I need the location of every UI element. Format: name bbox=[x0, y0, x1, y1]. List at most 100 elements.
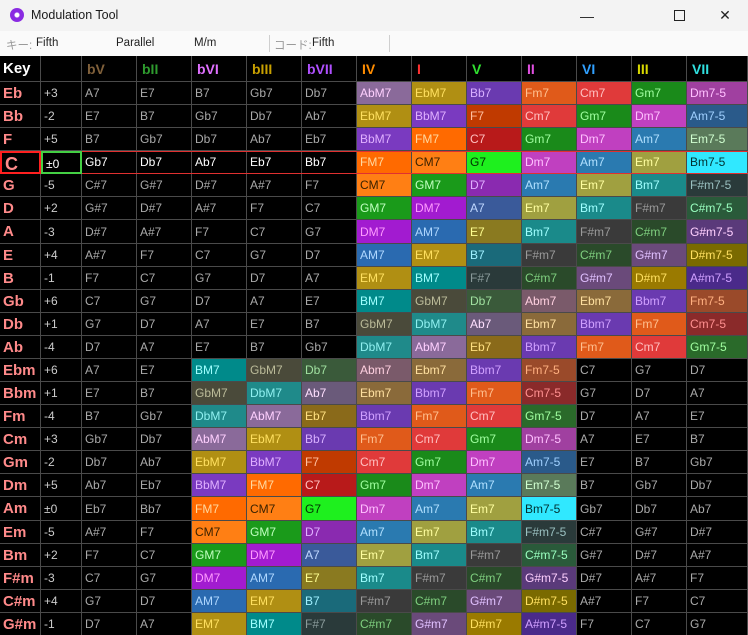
chord-cell[interactable]: B7 bbox=[577, 474, 632, 497]
chord-cell[interactable]: G#m7 bbox=[577, 267, 632, 290]
chord-cell[interactable]: AM7 bbox=[412, 220, 467, 244]
chord-cell[interactable]: Bb7 bbox=[302, 151, 357, 174]
chord-cell[interactable]: A#m7-5 bbox=[522, 613, 577, 635]
chord-cell[interactable]: E7 bbox=[632, 428, 687, 451]
chord-cell[interactable]: Bm7-5 bbox=[522, 497, 577, 521]
chord-cell[interactable]: Db7 bbox=[302, 82, 357, 105]
chord-cell[interactable]: Ab7 bbox=[137, 451, 192, 474]
chord-cell[interactable]: D7 bbox=[577, 405, 632, 428]
chord-cell[interactable]: C#m7 bbox=[357, 613, 412, 635]
chord-cell[interactable]: BM7 bbox=[412, 267, 467, 290]
chord-cell[interactable]: G#7 bbox=[82, 197, 137, 220]
chord-cell[interactable]: Bbm7 bbox=[632, 290, 687, 313]
chord-cell[interactable]: D#7 bbox=[577, 567, 632, 590]
chord-cell[interactable]: Em7 bbox=[467, 497, 522, 521]
chord-cell[interactable]: Db7 bbox=[137, 151, 192, 174]
chord-cell[interactable]: D#7 bbox=[687, 521, 748, 544]
chord-cell[interactable]: G7 bbox=[302, 497, 357, 521]
chord-cell[interactable]: Em7 bbox=[632, 151, 687, 174]
chord-cell[interactable]: Dm7-5 bbox=[687, 82, 748, 105]
mode-toggle[interactable]: M/m bbox=[194, 37, 216, 49]
key-cell[interactable]: F bbox=[0, 128, 41, 151]
chord-cell[interactable]: GM7 bbox=[412, 174, 467, 197]
chord-cell[interactable]: BbM7 bbox=[357, 128, 412, 151]
chord-cell[interactable]: Ab7 bbox=[467, 313, 522, 336]
chord-cell[interactable]: EM7 bbox=[247, 590, 302, 613]
chord-cell[interactable]: A#m7-5 bbox=[687, 267, 748, 290]
chord-cell[interactable]: C7 bbox=[302, 197, 357, 220]
chord-cell[interactable]: F7 bbox=[302, 451, 357, 474]
chord-cell[interactable]: A7 bbox=[302, 267, 357, 290]
chord-cell[interactable]: DbM7 bbox=[192, 405, 247, 428]
chord-cell[interactable]: Am7 bbox=[577, 151, 632, 174]
chord-cell[interactable]: D7 bbox=[137, 313, 192, 336]
key-cell[interactable]: Am bbox=[0, 497, 41, 521]
chord-cell[interactable]: D7 bbox=[632, 382, 687, 405]
chord-cell[interactable]: Eb7 bbox=[247, 151, 302, 174]
chord-cell[interactable]: D7 bbox=[137, 590, 192, 613]
chord-cell[interactable]: Em7 bbox=[412, 521, 467, 544]
chord-cell[interactable]: Am7 bbox=[467, 474, 522, 497]
chord-cell[interactable]: E7 bbox=[82, 105, 137, 128]
chord-cell[interactable]: E7 bbox=[137, 82, 192, 105]
key-cell[interactable]: Gm bbox=[0, 451, 41, 474]
chord-cell[interactable]: G#m7 bbox=[412, 613, 467, 635]
chord-cell[interactable]: G#7 bbox=[137, 174, 192, 197]
chord-cell[interactable]: C7 bbox=[137, 267, 192, 290]
chord-cell[interactable]: Bbm7 bbox=[412, 382, 467, 405]
chord-cell[interactable]: Em7 bbox=[357, 544, 412, 567]
chord-cell[interactable]: A7 bbox=[577, 428, 632, 451]
chord-cell[interactable]: E7 bbox=[137, 359, 192, 382]
chord-cell[interactable]: A#7 bbox=[192, 197, 247, 220]
chord-cell[interactable]: F7 bbox=[302, 174, 357, 197]
chord-cell[interactable]: C7 bbox=[467, 128, 522, 151]
chord-cell[interactable]: Fm7 bbox=[522, 82, 577, 105]
chord-cell[interactable]: Am7 bbox=[522, 174, 577, 197]
chord-cell[interactable]: Gm7 bbox=[357, 474, 412, 497]
chord-cell[interactable]: B7 bbox=[247, 336, 302, 359]
chord-cell[interactable]: Am7 bbox=[412, 497, 467, 521]
chord-cell[interactable]: Am7 bbox=[357, 521, 412, 544]
chord-cell[interactable]: GbM7 bbox=[412, 290, 467, 313]
chord-cell[interactable]: E7 bbox=[82, 382, 137, 405]
chord-cell[interactable]: GbM7 bbox=[247, 359, 302, 382]
chord-cell[interactable]: A7 bbox=[687, 382, 748, 405]
chord-cell[interactable]: B7 bbox=[302, 590, 357, 613]
chord-cell[interactable]: Bbm7 bbox=[357, 405, 412, 428]
chord-cell[interactable]: GbM7 bbox=[192, 382, 247, 405]
chord-cell[interactable]: C#7 bbox=[82, 174, 137, 197]
chord-cell[interactable]: F7 bbox=[82, 267, 137, 290]
chord-cell[interactable]: A#7 bbox=[82, 521, 137, 544]
chord-cell[interactable]: F#m7 bbox=[412, 567, 467, 590]
chord-cell[interactable]: E7 bbox=[577, 451, 632, 474]
chord-cell[interactable]: Abm7 bbox=[357, 359, 412, 382]
chord-cell[interactable]: GbM7 bbox=[357, 313, 412, 336]
key-cell[interactable]: G bbox=[0, 174, 41, 197]
chord-cell[interactable]: Ab7 bbox=[192, 151, 247, 174]
chord-cell[interactable]: A7 bbox=[467, 197, 522, 220]
key-cell[interactable]: Gb bbox=[0, 290, 41, 313]
chord-cell[interactable]: C#m7 bbox=[577, 244, 632, 267]
chord-cell[interactable]: Gm7-5 bbox=[522, 405, 577, 428]
chord-cell[interactable]: FM7 bbox=[412, 128, 467, 151]
chord-cell[interactable]: D#7 bbox=[632, 544, 687, 567]
chord-cell[interactable]: Db7 bbox=[467, 290, 522, 313]
key-cell[interactable]: F#m bbox=[0, 567, 41, 590]
maximize-button[interactable] bbox=[656, 0, 702, 31]
chord-cell[interactable]: F#m7-5 bbox=[687, 174, 748, 197]
chord-cell[interactable]: E7 bbox=[302, 290, 357, 313]
chord-cell[interactable]: Dm7 bbox=[357, 497, 412, 521]
chord-cell[interactable]: F#m7-5 bbox=[522, 521, 577, 544]
chord-cell[interactable]: A#7 bbox=[687, 544, 748, 567]
chord-cell[interactable]: C7 bbox=[82, 567, 137, 590]
chord-cell[interactable]: Cm7 bbox=[522, 105, 577, 128]
chord-cell[interactable]: C#7 bbox=[577, 521, 632, 544]
chord-cell[interactable]: Dm7 bbox=[467, 451, 522, 474]
chord-cell[interactable]: Gm7 bbox=[522, 128, 577, 151]
chord-cell[interactable]: Gb7 bbox=[632, 474, 687, 497]
chord-cell[interactable]: CM7 bbox=[412, 151, 467, 174]
chord-cell[interactable]: Bb7 bbox=[467, 82, 522, 105]
chord-cell[interactable]: A#7 bbox=[632, 567, 687, 590]
chord-cell[interactable]: Bm7-5 bbox=[687, 151, 748, 174]
chord-cell[interactable]: B7 bbox=[137, 382, 192, 405]
